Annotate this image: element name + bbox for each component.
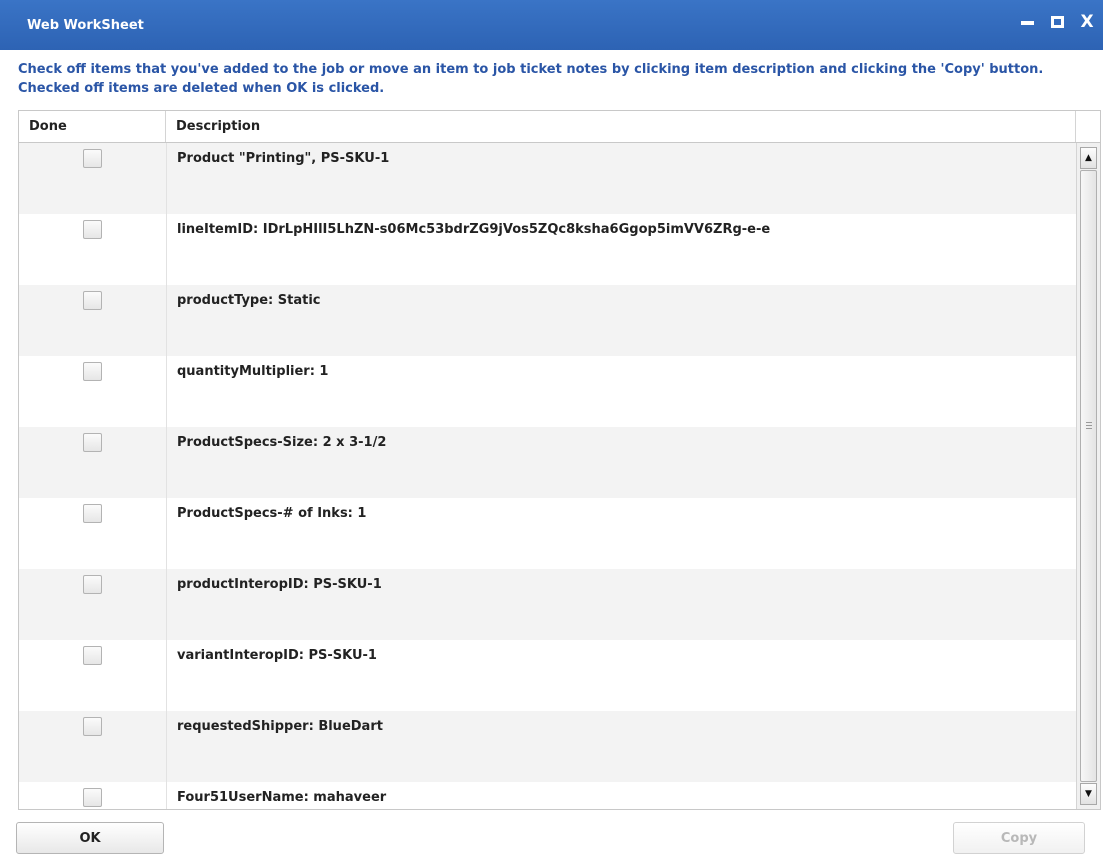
done-checkbox[interactable] <box>83 291 102 310</box>
done-checkbox[interactable] <box>83 433 102 452</box>
done-cell <box>19 356 166 427</box>
done-cell <box>19 569 166 640</box>
done-cell <box>19 143 166 214</box>
done-checkbox[interactable] <box>83 788 102 807</box>
scroll-down-icon[interactable]: ▼ <box>1080 783 1097 805</box>
window-controls: X <box>1019 14 1095 31</box>
description-cell[interactable]: productType: Static <box>166 285 1076 356</box>
done-cell <box>19 427 166 498</box>
worksheet-grid: Done Description Product "Printing", PS-… <box>18 110 1101 810</box>
table-row[interactable]: Four51UserName: mahaveer <box>19 782 1076 809</box>
table-row[interactable]: requestedShipper: BlueDart <box>19 711 1076 782</box>
grid-header: Done Description <box>19 111 1100 143</box>
header-spacer <box>1076 111 1100 142</box>
copy-button[interactable]: Copy <box>953 822 1085 854</box>
done-cell <box>19 214 166 285</box>
description-cell[interactable]: productInteropID: PS-SKU-1 <box>166 569 1076 640</box>
scroll-track[interactable] <box>1080 170 1097 782</box>
grip-icon <box>1086 422 1092 431</box>
description-cell[interactable]: variantInteropID: PS-SKU-1 <box>166 640 1076 711</box>
grid-rows: Product "Printing", PS-SKU-1 lineItemID:… <box>19 143 1076 809</box>
done-checkbox[interactable] <box>83 149 102 168</box>
description-cell[interactable]: ProductSpecs-# of Inks: 1 <box>166 498 1076 569</box>
table-row[interactable]: lineItemID: IDrLpHIlI5LhZN-s06Mc53bdrZG9… <box>19 214 1076 285</box>
done-checkbox[interactable] <box>83 220 102 239</box>
instructions-text: Check off items that you've added to the… <box>18 62 1044 96</box>
ok-button[interactable]: OK <box>16 822 164 854</box>
done-checkbox[interactable] <box>83 717 102 736</box>
done-checkbox[interactable] <box>83 504 102 523</box>
done-cell <box>19 782 166 809</box>
minimize-icon[interactable] <box>1019 14 1035 30</box>
vertical-scrollbar[interactable]: ▲ ▼ <box>1076 143 1100 809</box>
description-cell[interactable]: quantityMultiplier: 1 <box>166 356 1076 427</box>
table-row[interactable]: ProductSpecs-Size: 2 x 3-1/2 <box>19 427 1076 498</box>
done-checkbox[interactable] <box>83 646 102 665</box>
done-cell <box>19 640 166 711</box>
scroll-thumb[interactable] <box>1080 170 1097 782</box>
table-row[interactable]: Product "Printing", PS-SKU-1 <box>19 143 1076 214</box>
done-checkbox[interactable] <box>83 575 102 594</box>
table-row[interactable]: variantInteropID: PS-SKU-1 <box>19 640 1076 711</box>
scroll-up-icon[interactable]: ▲ <box>1080 147 1097 169</box>
table-row[interactable]: productType: Static <box>19 285 1076 356</box>
maximize-icon[interactable] <box>1049 14 1065 30</box>
description-cell[interactable]: requestedShipper: BlueDart <box>166 711 1076 782</box>
description-cell[interactable]: ProductSpecs-Size: 2 x 3-1/2 <box>166 427 1076 498</box>
done-cell <box>19 711 166 782</box>
window-title: Web WorkSheet <box>27 17 144 33</box>
table-row[interactable]: productInteropID: PS-SKU-1 <box>19 569 1076 640</box>
description-cell[interactable]: Product "Printing", PS-SKU-1 <box>166 143 1076 214</box>
done-cell <box>19 498 166 569</box>
description-cell[interactable]: Four51UserName: mahaveer <box>166 782 1076 809</box>
window-titlebar: Web WorkSheet X <box>0 0 1103 50</box>
done-cell <box>19 285 166 356</box>
column-header-done[interactable]: Done <box>19 111 166 142</box>
close-icon[interactable]: X <box>1079 14 1095 31</box>
done-checkbox[interactable] <box>83 362 102 381</box>
description-cell[interactable]: lineItemID: IDrLpHIlI5LhZN-s06Mc53bdrZG9… <box>166 214 1076 285</box>
table-row[interactable]: quantityMultiplier: 1 <box>19 356 1076 427</box>
table-row[interactable]: ProductSpecs-# of Inks: 1 <box>19 498 1076 569</box>
column-header-description[interactable]: Description <box>166 111 1076 142</box>
